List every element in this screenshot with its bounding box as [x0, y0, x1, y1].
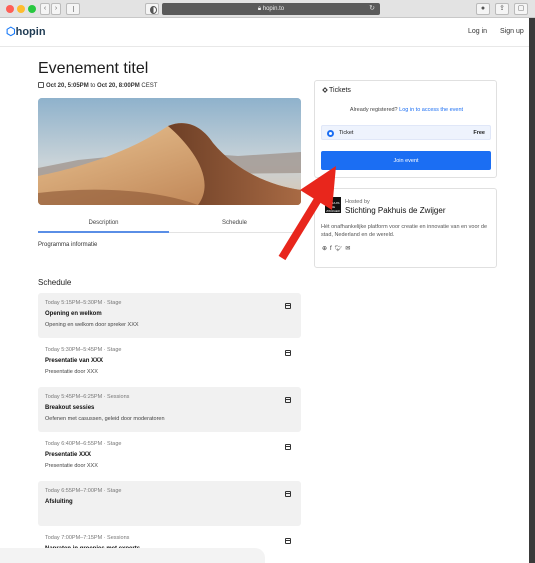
event-banner-image — [38, 98, 301, 205]
reload-icon[interactable]: ↻ — [369, 3, 375, 15]
social-links: ⊕f🐦︎✉ — [322, 245, 353, 252]
login-to-access-link[interactable]: Log in to access the event — [399, 107, 463, 113]
add-to-calendar-icon[interactable] — [285, 350, 291, 356]
calendar-icon — [38, 82, 44, 88]
extension-icon[interactable]: ● — [476, 3, 490, 15]
bottom-overlay-panel — [0, 548, 265, 563]
twitter-icon[interactable]: 🐦︎ — [335, 246, 346, 252]
url-text: hopin.to — [262, 6, 285, 12]
tabs-overview-icon[interactable]: ▢ — [514, 3, 528, 15]
event-title: Evenement titel — [38, 60, 149, 77]
schedule-description: Opening en welkom door spreker XXX — [45, 322, 139, 328]
schedule-item[interactable]: Today 6:55PM–7:00PM · Stage Afsluiting — [38, 481, 301, 526]
schedule-time: Today 5:15PM–5:30PM · Stage — [45, 300, 122, 306]
tab-schedule[interactable]: Schedule — [169, 218, 300, 228]
close-window-button[interactable] — [6, 5, 14, 13]
ticket-tag-icon — [322, 87, 328, 93]
host-name[interactable]: Stichting Pakhuis de Zwijger — [345, 206, 446, 215]
tickets-title: Tickets — [322, 87, 351, 94]
schedule-item[interactable]: Today 6:40PM–6:55PM · Stage Presentatie … — [38, 434, 301, 479]
event-date: Oct 20, 5:05PM to Oct 20, 8:00PM CEST — [38, 82, 157, 89]
tab-description[interactable]: Description — [38, 218, 169, 233]
hosted-by-label: Hosted by — [345, 199, 370, 205]
ticket-option[interactable]: Ticket Free — [321, 125, 491, 140]
add-to-calendar-icon[interactable] — [285, 397, 291, 403]
host-logo[interactable]: PAKHUIS DE ZWIJGER — [325, 197, 341, 213]
address-bar[interactable]: 🔒︎ hopin.to ↻ — [162, 3, 380, 15]
ticket-radio[interactable] — [327, 130, 334, 137]
signup-link[interactable]: Sign up — [500, 28, 524, 35]
event-tabs: Description Schedule — [38, 218, 301, 233]
schedule-title: Opening en welkom — [45, 311, 102, 317]
schedule-item[interactable]: Today 5:45PM–6:25PM · Sessions Breakout … — [38, 387, 301, 432]
page: ⬡hopin Log in Sign up Evenement titel Oc… — [0, 18, 529, 563]
login-link[interactable]: Log in — [468, 28, 487, 35]
minimize-window-button[interactable] — [17, 5, 25, 13]
schedule-time: Today 6:55PM–7:00PM · Stage — [45, 488, 122, 494]
schedule-heading: Schedule — [38, 278, 72, 287]
add-to-calendar-icon[interactable] — [285, 491, 291, 497]
schedule-item[interactable]: Today 5:30PM–5:45PM · Stage Presentatie … — [38, 340, 301, 385]
host-card: PAKHUIS DE ZWIJGER Hosted by Stichting P… — [314, 188, 497, 268]
back-button[interactable]: ‹ — [40, 3, 50, 15]
schedule-title: Breakout sessies — [45, 405, 95, 411]
schedule-time: Today 5:30PM–5:45PM · Stage — [45, 347, 122, 353]
privacy-shield-icon[interactable] — [145, 3, 159, 15]
join-event-button[interactable]: Join event — [321, 151, 491, 170]
desert-dunes-graphic — [38, 98, 301, 205]
hopin-logo-icon: ⬡ — [6, 26, 16, 38]
host-description: Hét onafhankelijke platform voor creatie… — [321, 224, 488, 238]
lock-icon: 🔒︎ — [257, 6, 262, 12]
sidebar-toggle-icon[interactable] — [66, 3, 80, 15]
add-to-calendar-icon[interactable] — [285, 538, 291, 544]
share-icon[interactable]: ⇪ — [495, 3, 509, 15]
schedule-description: Presentatie door XXX — [45, 463, 98, 469]
maximize-window-button[interactable] — [28, 5, 36, 13]
scrollbar[interactable] — [529, 18, 535, 563]
schedule-time: Today 7:00PM–7:15PM · Sessions — [45, 535, 130, 541]
hopin-logo[interactable]: ⬡hopin — [6, 25, 46, 38]
schedule-list: Today 5:15PM–5:30PM · Stage Opening en w… — [38, 293, 301, 563]
email-icon[interactable]: ✉ — [345, 246, 353, 252]
ticket-name: Ticket — [339, 130, 354, 136]
description-text: Programma informatie — [38, 242, 98, 248]
already-registered-text: Already registered? Log in to access the… — [349, 107, 464, 113]
add-to-calendar-icon[interactable] — [285, 303, 291, 309]
schedule-title: Presentatie XXX — [45, 452, 92, 458]
schedule-time: Today 5:45PM–6:25PM · Sessions — [45, 394, 130, 400]
schedule-time: Today 6:40PM–6:55PM · Stage — [45, 441, 122, 447]
add-to-calendar-icon[interactable] — [285, 444, 291, 450]
browser-toolbar: ‹ › 🔒︎ hopin.to ↻ ● ⇪ ▢ — [0, 0, 535, 18]
tickets-card: Tickets Already registered? Log in to ac… — [314, 80, 497, 178]
site-header: ⬡hopin Log in Sign up — [0, 18, 529, 47]
schedule-description: Presentatie door XXX — [45, 369, 98, 375]
schedule-description: Oefenen met casussen, geleid door modera… — [45, 416, 165, 422]
forward-button[interactable]: › — [51, 3, 61, 15]
ticket-price: Free — [473, 130, 485, 136]
schedule-item[interactable]: Today 5:15PM–5:30PM · Stage Opening en w… — [38, 293, 301, 338]
website-icon[interactable]: ⊕ — [322, 246, 330, 252]
schedule-title: Presentatie van XXX — [45, 358, 104, 364]
schedule-title: Afsluiting — [45, 499, 73, 505]
